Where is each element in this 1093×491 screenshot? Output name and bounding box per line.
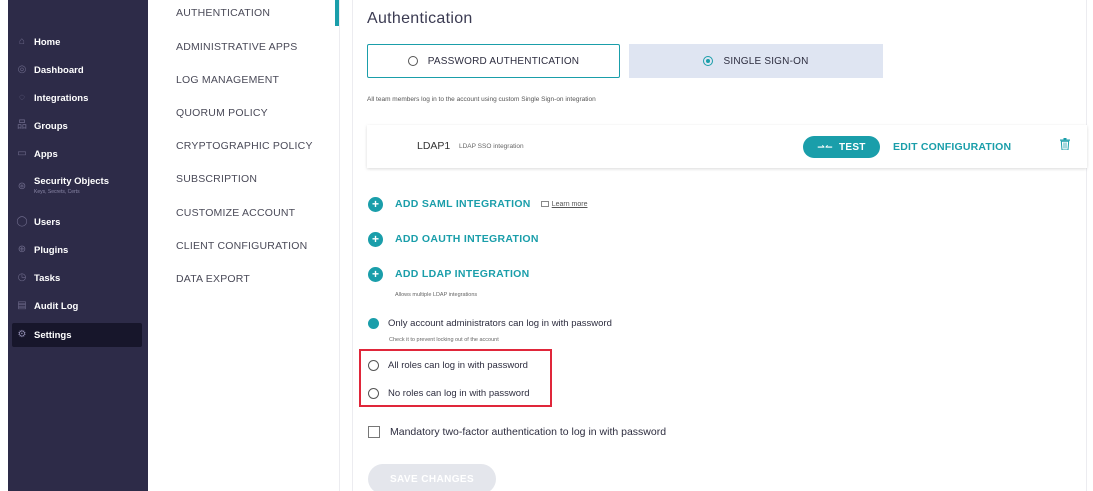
- external-link-icon: [540, 201, 549, 207]
- submenu-item-log-management[interactable]: LOG MANAGEMENT: [176, 74, 279, 86]
- submenu-item-data-export[interactable]: DATA EXPORT: [176, 273, 250, 285]
- security-objects-icon: ⊛: [17, 181, 27, 192]
- home-icon: ⌂: [18, 36, 26, 47]
- submenu-item-client-configuration[interactable]: CLIENT CONFIGURATION: [176, 240, 307, 252]
- add-oauth-integration-button[interactable]: ADD OAUTH INTEGRATION: [395, 233, 539, 245]
- test-button-label: TEST: [838, 141, 866, 153]
- sidebar-item-integrations[interactable]: ◌ Integrations: [8, 86, 148, 110]
- sidebar-item-label: Settings: [34, 329, 72, 341]
- audit-log-icon: ▤: [17, 300, 27, 311]
- integrations-icon: ◌: [19, 92, 25, 103]
- sidebar-item-security-objects[interactable]: ⊛ Security Objects Keys, Secrets, Certs: [8, 175, 148, 199]
- learn-more-link[interactable]: Learn more: [540, 200, 588, 208]
- submenu-item-quorum-policy[interactable]: QUORUM POLICY: [176, 107, 268, 119]
- apps-icon: ▭: [17, 148, 27, 159]
- add-ldap-integration-button[interactable]: ADD LDAP INTEGRATION: [395, 268, 530, 280]
- page-title: Authentication: [367, 10, 473, 27]
- sidebar-item-label: Integrations: [34, 92, 89, 104]
- sidebar-item-home[interactable]: ⌂ Home: [8, 30, 148, 54]
- password-authentication-option[interactable]: PASSWORD AUTHENTICATION: [367, 44, 620, 78]
- sidebar-item-label: Security Objects: [34, 176, 109, 187]
- sidebar-item-dashboard[interactable]: ◎ Dashboard: [8, 58, 148, 82]
- gear-icon: ⚙: [17, 329, 27, 340]
- add-oauth-integration-row: + ADD OAUTH INTEGRATION: [368, 230, 539, 248]
- ldap-integration-name: LDAP1: [417, 140, 451, 152]
- sidebar-item-label: Home: [34, 36, 61, 48]
- submenu-item-authentication[interactable]: AUTHENTICATION: [176, 7, 270, 19]
- single-sign-on-option[interactable]: SINGLE SIGN-ON: [629, 44, 883, 78]
- password-option-label: Only account administrators can log in w…: [388, 318, 612, 329]
- radio-selected-icon: [703, 56, 714, 66]
- add-saml-integration-row: + ADD SAML INTEGRATION Learn more: [368, 195, 588, 213]
- submenu-item-administrative-apps[interactable]: ADMINISTRATIVE APPS: [176, 41, 297, 53]
- sidebar-item-groups[interactable]: 品 Groups: [8, 114, 148, 138]
- submenu-item-cryptographic-policy[interactable]: CRYPTOGRAPHIC POLICY: [176, 140, 313, 152]
- ldap-note: Allows multiple LDAP integrations: [395, 292, 478, 298]
- sso-description: All team members log in to the account u…: [367, 96, 596, 103]
- sidebar-item-label: Tasks: [34, 272, 61, 284]
- radio-unselected-icon: [407, 56, 418, 66]
- groups-icon: 品: [17, 120, 27, 131]
- main-sidebar: ⌂ Home ◎ Dashboard ◌ Integrations 品 Grou…: [8, 0, 148, 491]
- sidebar-item-plugins[interactable]: ⊕ Plugins: [8, 238, 148, 262]
- sidebar-item-label: Users: [34, 216, 61, 228]
- password-option-admins-only[interactable]: Only account administrators can log in w…: [368, 318, 612, 329]
- test-button[interactable]: ⇀↼ TEST: [803, 136, 880, 158]
- two-factor-checkbox-row[interactable]: Mandatory two-factor authentication to l…: [368, 426, 666, 438]
- plugins-icon: ⊕: [17, 244, 27, 255]
- edit-configuration-link[interactable]: EDIT CONFIGURATION: [893, 141, 1011, 153]
- password-authentication-label: PASSWORD AUTHENTICATION: [427, 55, 580, 67]
- sidebar-item-sublabel: Keys, Secrets, Certs: [34, 189, 80, 195]
- sidebar-item-settings[interactable]: ⚙ Settings: [12, 323, 142, 347]
- sidebar-item-label: Audit Log: [34, 300, 79, 312]
- sidebar-item-tasks[interactable]: ◷ Tasks: [8, 266, 148, 290]
- save-changes-button[interactable]: SAVE CHANGES: [368, 464, 496, 491]
- add-ldap-integration-row: + ADD LDAP INTEGRATION: [368, 265, 530, 283]
- transfer-arrows-icon: ⇀↼: [817, 141, 833, 152]
- sidebar-item-apps[interactable]: ▭ Apps: [8, 142, 148, 166]
- sidebar-item-label: Apps: [34, 148, 58, 160]
- plus-icon[interactable]: +: [368, 196, 383, 212]
- trash-icon[interactable]: [1060, 138, 1070, 150]
- users-icon: ◯: [16, 216, 28, 227]
- radio-selected-icon: [368, 318, 379, 329]
- sidebar-item-label: Plugins: [34, 244, 69, 256]
- sidebar-item-text: Security Objects Keys, Secrets, Certs: [34, 177, 109, 197]
- dashboard-icon: ◎: [17, 64, 27, 75]
- sidebar-item-audit-log[interactable]: ▤ Audit Log: [8, 294, 148, 318]
- add-saml-integration-button[interactable]: ADD SAML INTEGRATION: [395, 198, 531, 210]
- learn-more-label: Learn more: [551, 200, 588, 208]
- submenu-active-indicator: [335, 0, 339, 26]
- sidebar-item-label: Groups: [34, 120, 68, 132]
- sidebar-item-label: Dashboard: [34, 64, 84, 76]
- two-factor-checkbox[interactable]: [368, 426, 380, 438]
- highlight-annotation-box: [359, 349, 552, 407]
- two-factor-label: Mandatory two-factor authentication to l…: [390, 426, 667, 438]
- submenu-item-customize-account[interactable]: CUSTOMIZE ACCOUNT: [176, 207, 295, 219]
- tasks-icon: ◷: [17, 272, 27, 283]
- submenu-item-subscription[interactable]: SUBSCRIPTION: [176, 173, 257, 185]
- plus-icon[interactable]: +: [368, 266, 383, 282]
- ldap-integration-subtitle: LDAP SSO integration: [459, 143, 524, 150]
- password-option-hint: Check it to prevent locking out of the a…: [389, 337, 499, 343]
- sidebar-item-users[interactable]: ◯ Users: [8, 210, 148, 234]
- single-sign-on-label: SINGLE SIGN-ON: [723, 55, 809, 67]
- plus-icon[interactable]: +: [368, 231, 383, 247]
